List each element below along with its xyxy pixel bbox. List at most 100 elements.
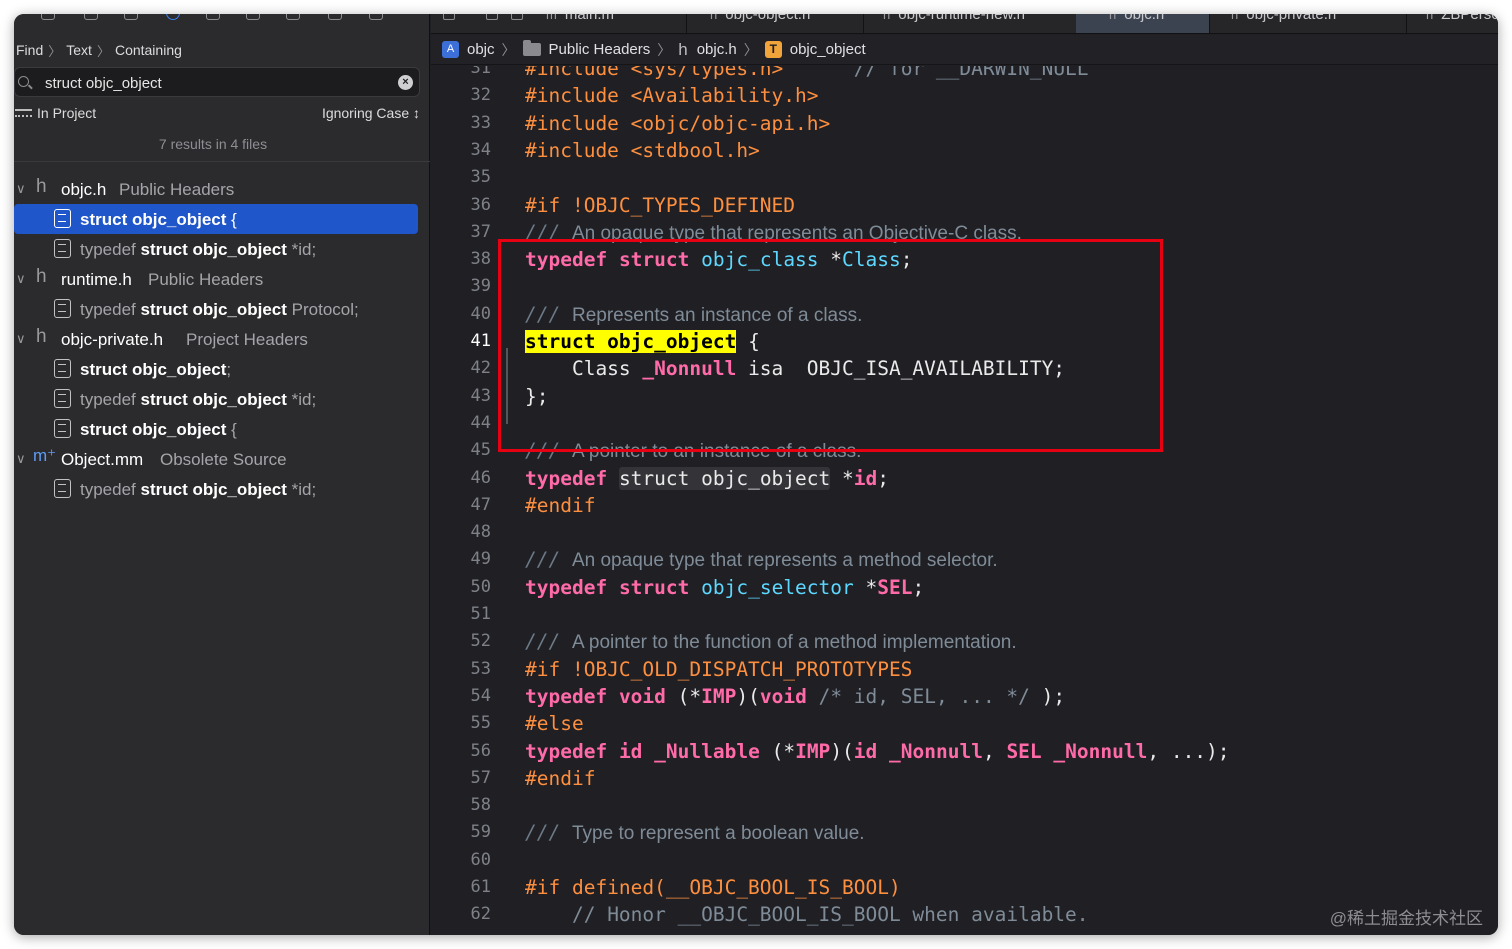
code-token: /// (525, 630, 572, 654)
code-line: 35 (431, 164, 1498, 191)
match-post: ; (226, 360, 232, 379)
result-file-row[interactable]: ∨ h runtime.h Public Headers (14, 264, 418, 294)
code-text: typedef id _Nullable (*IMP)(id _Nonnull,… (525, 738, 1230, 765)
code-token: typedef (525, 739, 608, 763)
find-navigator-icon[interactable] (166, 14, 180, 20)
jump-bar-symbol-label: objc_object (789, 41, 866, 58)
code-token: (* (665, 684, 702, 708)
result-file-row[interactable]: ∨ m⁺ Object.mm Obsolete Source (14, 444, 418, 474)
line-number: 36 (470, 194, 491, 215)
code-token: typedef (525, 575, 608, 599)
match-hit: struct objc_object (140, 240, 287, 259)
code-token: _Nonnull (889, 739, 983, 763)
line-number: 49 (470, 549, 491, 570)
editor-tab[interactable]: h objc.h (1076, 14, 1209, 33)
jump-bar-project[interactable]: A objc (442, 41, 495, 58)
breakpoint-navigator-icon[interactable] (328, 14, 342, 20)
code-text: #include <stdbool.h> (525, 137, 760, 164)
code-token: struct (618, 248, 690, 272)
disclosure-chevron-icon[interactable]: ∨ (16, 331, 26, 347)
code-text: /// Represents an instance of a class. (525, 301, 862, 329)
result-match-text: struct objc_object { (80, 210, 237, 230)
header-file-icon: h (883, 14, 891, 22)
line-number: 42 (470, 358, 491, 379)
editor-tab[interactable]: h objc-object.h (686, 14, 863, 33)
code-line: 44 (431, 410, 1498, 437)
result-match-row[interactable]: struct objc_object { (14, 204, 418, 234)
code-text: #include <sys/types.h> // for __DARWIN_N… (525, 66, 1089, 82)
result-match-row[interactable]: struct objc_object; (14, 354, 418, 384)
results-summary: 7 results in 4 files (158, 136, 268, 152)
result-match-row[interactable]: typedef struct objc_object Protocol; (14, 294, 418, 324)
folder-navigator-icon[interactable] (41, 14, 55, 20)
code-token: IMP (701, 684, 737, 708)
report-navigator-icon[interactable] (369, 14, 383, 20)
editor-tab[interactable]: m main.m (431, 14, 686, 33)
find-mode-find[interactable]: Find (16, 42, 43, 58)
match-hit: struct objc_object (140, 300, 287, 319)
jump-bar-symbol[interactable]: T objc_object (764, 41, 866, 58)
disclosure-chevron-icon[interactable]: ∨ (16, 181, 26, 197)
editor-tab[interactable]: h ZBPerso (1406, 14, 1498, 33)
issue-navigator-icon[interactable] (206, 14, 220, 20)
result-file-row[interactable]: ∨ h objc.h Public Headers (14, 174, 418, 204)
back-arrow-icon[interactable] (486, 14, 498, 20)
result-match-row[interactable]: typedef struct objc_object *id; (14, 384, 418, 414)
jump-bar-group[interactable]: Public Headers (522, 40, 650, 58)
editor-tab-bar: m main.m h objc-object.h h objc-runtime-new.h… (431, 14, 1498, 34)
result-match-row[interactable]: struct objc_object { (14, 414, 418, 444)
line-number: 61 (470, 877, 491, 897)
result-match-text: typedef struct objc_object *id; (80, 480, 316, 500)
test-navigator-icon[interactable] (246, 14, 260, 20)
match-pre: typedef (80, 480, 141, 499)
code-token: An opaque type that represents a method … (571, 550, 998, 572)
search-icon[interactable] (18, 76, 29, 87)
line-number: 52 (470, 631, 491, 652)
line-number: 57 (470, 767, 491, 788)
disclosure-chevron-icon[interactable]: ∨ (16, 271, 26, 287)
code-token: * (853, 575, 878, 599)
editor-tab[interactable]: h objc-private.h (1209, 14, 1406, 33)
code-token: #if defined(__OBJC_BOOL_IS_BOOL) (525, 876, 901, 899)
match-post: *id; (286, 390, 317, 409)
code-text: // Honor __OBJC_BOOL_IS_BOOL when availa… (525, 901, 1089, 928)
result-match-row[interactable]: typedef struct objc_object *id; (14, 234, 418, 264)
source-editor: m main.m h objc-object.h h objc-runtime-new.h… (431, 14, 1498, 935)
code-text-area[interactable]: 31 #include <sys/types.h> // for __DARWIN… (431, 66, 1498, 935)
result-file-group: Project Headers (186, 330, 308, 349)
find-mode-text[interactable]: Text (66, 42, 92, 58)
debug-navigator-icon[interactable] (286, 14, 300, 20)
case-sensitivity-selector[interactable]: Ignoring Case ↕ (322, 105, 420, 121)
code-token: /// (525, 821, 572, 845)
match-post: *id; (286, 480, 317, 499)
result-file-row[interactable]: ∨ h objc-private.h Project Headers (14, 324, 418, 354)
jump-bar-file[interactable]: h objc.h (678, 40, 737, 60)
code-text: #include <Availability.h> (525, 82, 819, 109)
text-match-icon (54, 389, 71, 408)
disclosure-chevron-icon[interactable]: ∨ (16, 451, 26, 467)
code-text: #if defined(__OBJC_BOOL_IS_BOOL) (525, 874, 901, 901)
code-token: * (818, 248, 843, 272)
source-control-icon[interactable] (84, 14, 98, 20)
grid-icon[interactable] (443, 14, 455, 20)
objc-file-icon: m (546, 14, 557, 22)
code-token: id (853, 466, 878, 490)
code-token: /// (525, 302, 572, 326)
code-token: ; (900, 248, 913, 272)
code-token: #if !OBJC_OLD_DISPATCH_PROTOTYPES (525, 657, 913, 681)
search-field[interactable]: × (14, 67, 420, 97)
result-match-row[interactable]: typedef struct objc_object *id; (14, 474, 418, 504)
forward-arrow-icon[interactable] (511, 14, 523, 20)
scope-selector[interactable]: In Project (37, 105, 96, 121)
code-token: Represents an instance of a class. (571, 304, 863, 326)
clear-search-icon[interactable]: × (398, 75, 413, 90)
editor-tab[interactable]: h objc-runtime-new.h (863, 14, 1076, 33)
code-token: ; (877, 466, 889, 490)
code-text: #if !OBJC_TYPES_DEFINED (525, 192, 795, 219)
code-token: typedef (525, 684, 608, 708)
find-mode-containing[interactable]: Containing (115, 42, 182, 58)
symbol-navigator-icon[interactable] (124, 14, 138, 20)
line-number: 38 (470, 249, 491, 270)
search-input[interactable] (45, 73, 385, 93)
